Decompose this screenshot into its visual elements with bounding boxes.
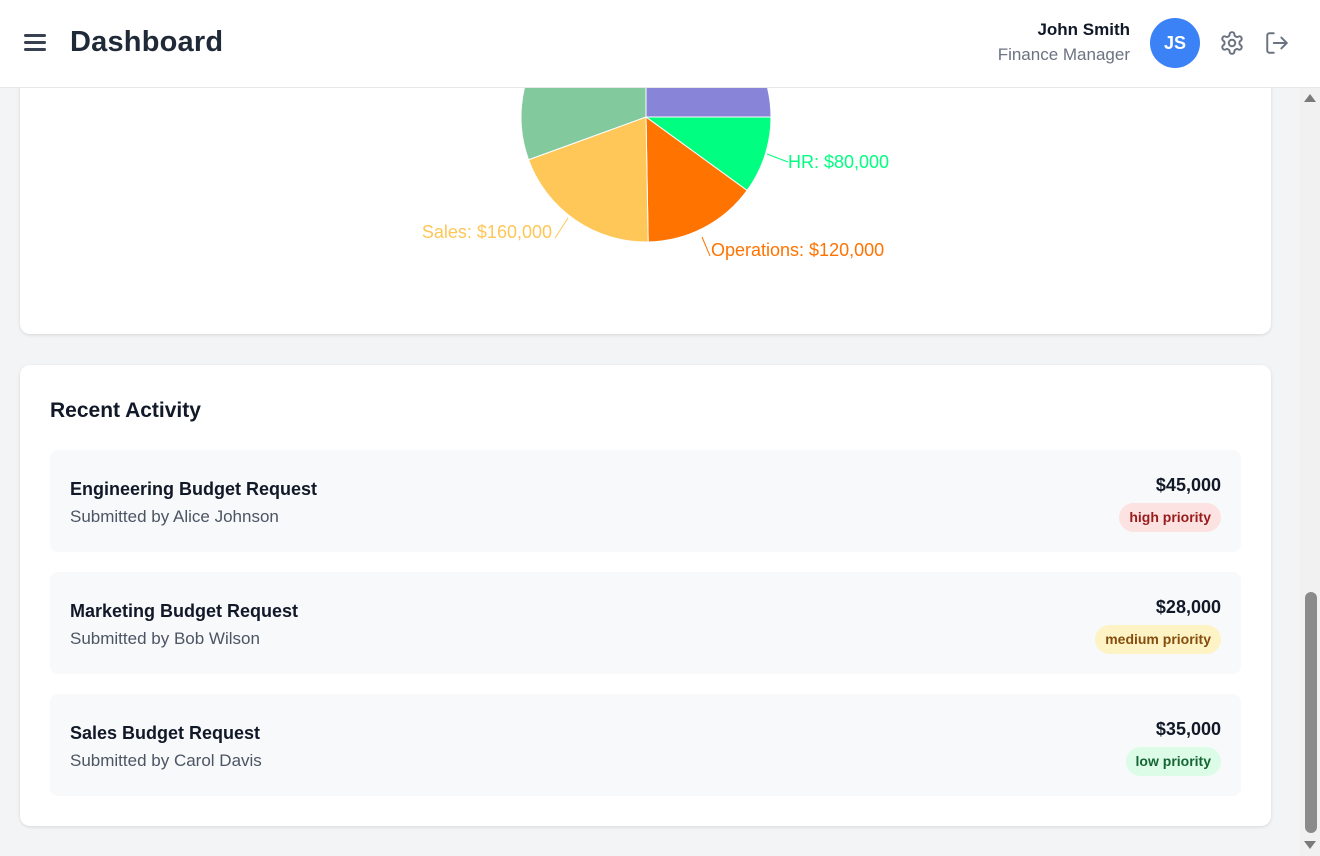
vertical-scrollbar[interactable] <box>1300 88 1320 856</box>
pie-chart: HR: $80,000 Operations: $120,000 Sales: $1… <box>422 88 889 260</box>
item-title: Engineering Budget Request <box>70 479 318 499</box>
pie-label-hr: HR: $80,000 <box>788 152 889 172</box>
pie-label-sales: Sales: $160,000 <box>422 222 552 242</box>
user-info: John Smith Finance Manager <box>998 20 1130 65</box>
item-submitter: Submitted by Bob Wilson <box>70 629 260 648</box>
budget-chart-card: HR: $80,000 Operations: $120,000 Sales: $1… <box>20 88 1271 334</box>
main-content: HR: $80,000 Operations: $120,000 Sales: $1… <box>0 88 1300 856</box>
logout-icon[interactable] <box>1264 30 1290 56</box>
item-amount: $28,000 <box>1155 597 1221 617</box>
priority-badge: high priority <box>1119 503 1221 532</box>
pie-slice[interactable] <box>645 88 772 118</box>
scroll-down-arrow-icon[interactable] <box>1304 841 1316 849</box>
item-submitter: Submitted by Carol Davis <box>70 751 262 770</box>
item-amount: $35,000 <box>1155 719 1221 739</box>
pie-label-line <box>701 236 711 257</box>
avatar[interactable]: JS <box>1150 18 1200 68</box>
priority-badge: medium priority <box>1095 625 1221 654</box>
activity-item[interactable]: Sales Budget Request Submitted by Carol … <box>50 694 1241 796</box>
pie-label-line <box>554 217 569 239</box>
gear-icon[interactable] <box>1219 30 1245 56</box>
priority-badge: low priority <box>1125 747 1221 776</box>
page-title: Dashboard <box>70 26 224 58</box>
pie-label-operations: Operations: $120,000 <box>711 240 884 260</box>
hamburger-menu-icon[interactable] <box>24 32 46 52</box>
top-header: Dashboard John Smith Finance Manager JS <box>0 0 1320 88</box>
section-title: Recent Activity <box>50 399 201 422</box>
recent-activity-card: Recent Activity Engineering Budget Reque… <box>20 365 1271 826</box>
activity-item[interactable]: Marketing Budget Request Submitted by Bo… <box>50 572 1241 674</box>
item-title: Sales Budget Request <box>70 723 261 743</box>
item-title: Marketing Budget Request <box>70 601 299 621</box>
scrollbar-thumb[interactable] <box>1305 592 1317 833</box>
scroll-up-arrow-icon[interactable] <box>1304 94 1316 102</box>
user-role: Finance Manager <box>997 45 1130 64</box>
activity-item[interactable]: Engineering Budget Request Submitted by … <box>50 450 1241 552</box>
item-amount: $45,000 <box>1155 475 1221 495</box>
user-name: John Smith <box>1037 20 1130 39</box>
pie-label-line <box>766 153 789 163</box>
item-submitter: Submitted by Alice Johnson <box>70 507 279 526</box>
